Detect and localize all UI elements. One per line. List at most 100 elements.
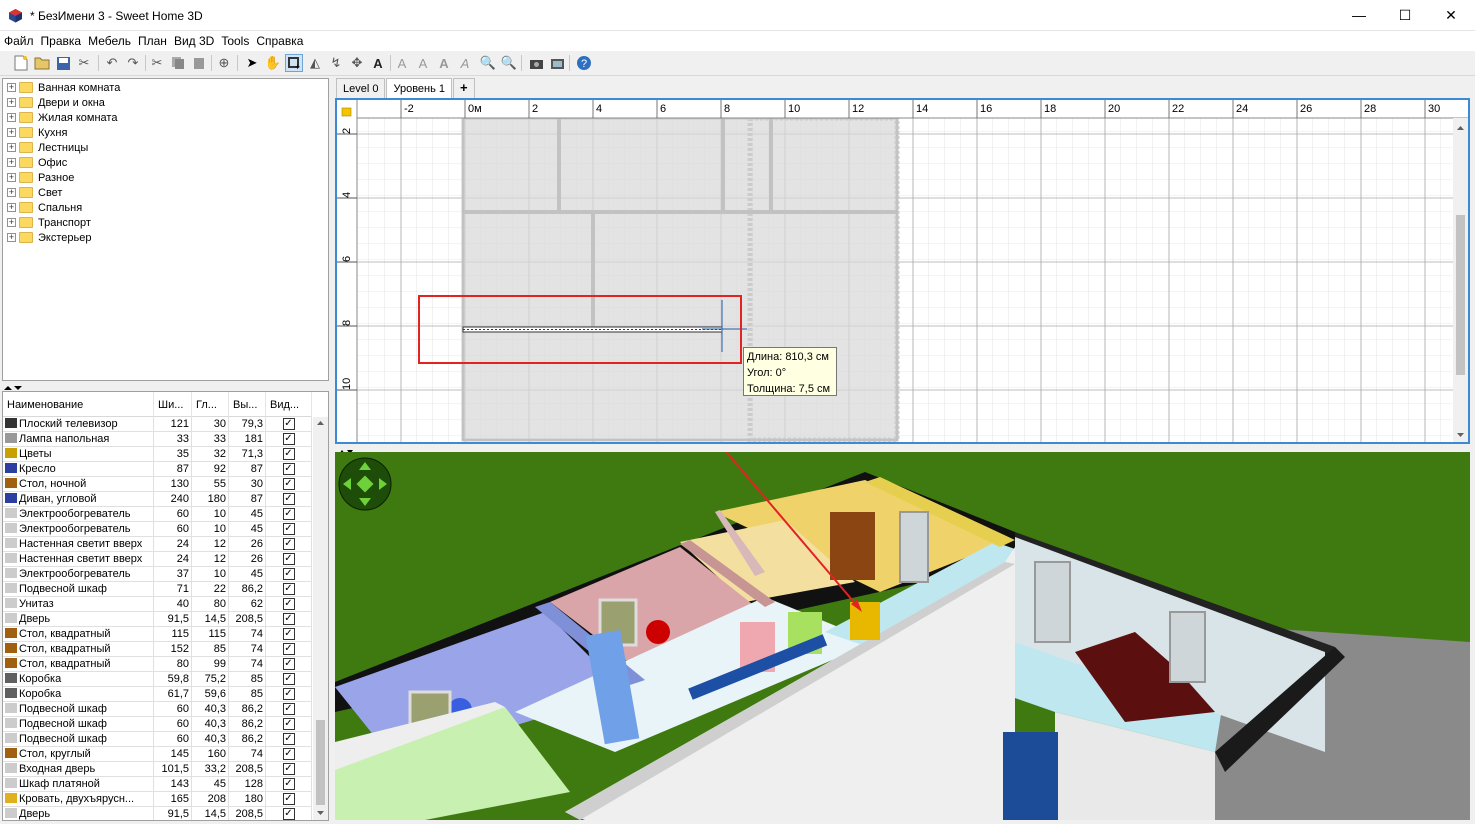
copy-icon[interactable] <box>169 54 187 72</box>
select-icon[interactable]: ➤ <box>243 54 261 72</box>
column-visible[interactable]: Вид... <box>266 392 312 417</box>
visible-checkbox[interactable]: ✓ <box>282 718 295 730</box>
visible-checkbox[interactable]: ✓ <box>282 763 295 775</box>
visible-checkbox[interactable]: ✓ <box>282 733 295 745</box>
furniture-row[interactable]: Шкаф платяной 143 45 128 ✓ <box>3 777 312 792</box>
increase-text-icon[interactable]: A <box>393 54 411 72</box>
help-icon[interactable]: ? <box>575 54 593 72</box>
visible-checkbox[interactable]: ✓ <box>282 463 295 475</box>
visible-checkbox[interactable]: ✓ <box>282 478 295 490</box>
cut-icon[interactable]: ✂ <box>148 54 166 72</box>
visible-checkbox[interactable]: ✓ <box>282 538 295 550</box>
catalog-category[interactable]: + Спальня <box>7 200 82 215</box>
furniture-row[interactable]: Стол, квадратный 152 85 74 ✓ <box>3 642 312 657</box>
menu-tools[interactable]: Tools <box>217 31 252 48</box>
furniture-row[interactable]: Электрообогреватель 37 10 45 ✓ <box>3 567 312 582</box>
menu-furniture[interactable]: Мебель <box>84 31 134 48</box>
furniture-row[interactable]: Стол, круглый 145 160 74 ✓ <box>3 747 312 762</box>
visible-checkbox[interactable]: ✓ <box>282 493 295 505</box>
tab-level-0[interactable]: Level 0 <box>336 78 386 98</box>
redo-icon[interactable]: ↷ <box>124 54 142 72</box>
expand-icon[interactable]: + <box>7 128 16 137</box>
plan-view[interactable]: -2 0м 2 4 6 8 10 12 14 16 18 20 22 24 26 28 30 2 4 6 8 10 <box>335 98 1470 444</box>
new-wall[interactable] <box>462 326 723 333</box>
visible-checkbox[interactable]: ✓ <box>282 553 295 565</box>
furniture-row[interactable]: Подвесной шкаф 60 40,3 86,2 ✓ <box>3 732 312 747</box>
furniture-row[interactable]: Подвесной шкаф 60 40,3 86,2 ✓ <box>3 717 312 732</box>
furniture-row[interactable]: Дверь 91,5 14,5 208,5 ✓ <box>3 612 312 627</box>
create-polylines-icon[interactable]: ↯ <box>327 54 345 72</box>
video-icon[interactable] <box>548 54 566 72</box>
furniture-list-scrollbar[interactable] <box>313 417 328 820</box>
expand-icon[interactable]: + <box>7 83 16 92</box>
furniture-row[interactable]: Стол, квадратный 115 115 74 ✓ <box>3 627 312 642</box>
furniture-row[interactable]: Электрообогреватель 60 10 45 ✓ <box>3 507 312 522</box>
furniture-row[interactable]: Коробка 61,7 59,6 85 ✓ <box>3 687 312 702</box>
visible-checkbox[interactable]: ✓ <box>282 643 295 655</box>
tab-level-1[interactable]: Уровень 1 <box>386 78 453 98</box>
zoom-in-icon[interactable]: 🔍 <box>479 54 497 72</box>
furniture-row[interactable]: Электрообогреватель 60 10 45 ✓ <box>3 522 312 537</box>
furniture-row[interactable]: Настенная светит вверх 24 12 26 ✓ <box>3 552 312 567</box>
catalog-category[interactable]: + Лестницы <box>7 140 88 155</box>
visible-checkbox[interactable]: ✓ <box>282 418 295 430</box>
column-height[interactable]: Вы... <box>229 392 266 417</box>
navigation-arrows-control[interactable] <box>338 457 392 511</box>
visible-checkbox[interactable]: ✓ <box>282 673 295 685</box>
catalog-category[interactable]: + Офис <box>7 155 67 170</box>
visible-checkbox[interactable]: ✓ <box>282 688 295 700</box>
zoom-out-icon[interactable]: 🔍 <box>500 54 518 72</box>
expand-icon[interactable]: + <box>7 173 16 182</box>
column-width[interactable]: Ши... <box>154 392 192 417</box>
furniture-row[interactable]: Плоский телевизор 121 30 79,3 ✓ <box>3 417 312 432</box>
3d-view[interactable] <box>335 452 1470 820</box>
close-button[interactable]: ✕ <box>1428 0 1474 30</box>
visible-checkbox[interactable]: ✓ <box>282 703 295 715</box>
catalog-category[interactable]: + Транспорт <box>7 215 91 230</box>
menu-help[interactable]: Справка <box>252 31 306 48</box>
furniture-row[interactable]: Входная дверь 101,5 33,2 208,5 ✓ <box>3 762 312 777</box>
furniture-row[interactable]: Лампа напольная 33 33 181 ✓ <box>3 432 312 447</box>
visible-checkbox[interactable]: ✓ <box>282 568 295 580</box>
visible-checkbox[interactable]: ✓ <box>282 598 295 610</box>
undo-icon[interactable]: ↶ <box>103 54 121 72</box>
catalog-category[interactable]: + Экстерьер <box>7 230 91 245</box>
visible-checkbox[interactable]: ✓ <box>282 613 295 625</box>
menu-plan[interactable]: План <box>134 31 170 48</box>
furniture-row[interactable]: Цветы 35 32 71,3 ✓ <box>3 447 312 462</box>
create-dimensions-icon[interactable]: ✥ <box>348 54 366 72</box>
decrease-text-icon[interactable]: A <box>414 54 432 72</box>
expand-icon[interactable]: + <box>7 233 16 242</box>
column-name[interactable]: Наименование <box>3 392 154 417</box>
furniture-row[interactable]: Подвесной шкаф 60 40,3 86,2 ✓ <box>3 702 312 717</box>
furniture-row[interactable]: Коробка 59,8 75,2 85 ✓ <box>3 672 312 687</box>
visible-checkbox[interactable]: ✓ <box>282 628 295 640</box>
new-icon[interactable] <box>12 54 30 72</box>
expand-icon[interactable]: + <box>7 158 16 167</box>
add-text-icon[interactable]: A <box>369 54 387 72</box>
visible-checkbox[interactable]: ✓ <box>282 793 295 805</box>
catalog-category[interactable]: + Кухня <box>7 125 67 140</box>
save-icon[interactable] <box>54 54 72 72</box>
open-icon[interactable] <box>33 54 51 72</box>
menu-3d-view[interactable]: Вид 3D <box>170 31 217 48</box>
catalog-category[interactable]: + Ванная комната <box>7 80 120 95</box>
furniture-row[interactable]: Дверь 91,5 14,5 208,5 ✓ <box>3 807 312 820</box>
cut-preferences-icon[interactable]: ✂ <box>75 54 93 72</box>
add-furniture-icon[interactable]: ⊕ <box>215 54 233 72</box>
minimize-button[interactable]: — <box>1336 0 1382 30</box>
photo-icon[interactable] <box>527 54 545 72</box>
paste-icon[interactable] <box>190 54 208 72</box>
catalog-category[interactable]: + Разное <box>7 170 74 185</box>
catalog-category[interactable]: + Жилая комната <box>7 110 117 125</box>
furniture-row[interactable]: Кресло 87 92 87 ✓ <box>3 462 312 477</box>
expand-icon[interactable]: + <box>7 143 16 152</box>
visible-checkbox[interactable]: ✓ <box>282 748 295 760</box>
furniture-row[interactable]: Стол, ночной 130 55 30 ✓ <box>3 477 312 492</box>
furniture-row[interactable]: Подвесной шкаф 71 22 86,2 ✓ <box>3 582 312 597</box>
menu-file[interactable]: Файл <box>0 31 37 48</box>
expand-icon[interactable]: + <box>7 113 16 122</box>
catalog-category[interactable]: + Свет <box>7 185 62 200</box>
furniture-row[interactable]: Диван, угловой 240 180 87 ✓ <box>3 492 312 507</box>
expand-icon[interactable]: + <box>7 98 16 107</box>
